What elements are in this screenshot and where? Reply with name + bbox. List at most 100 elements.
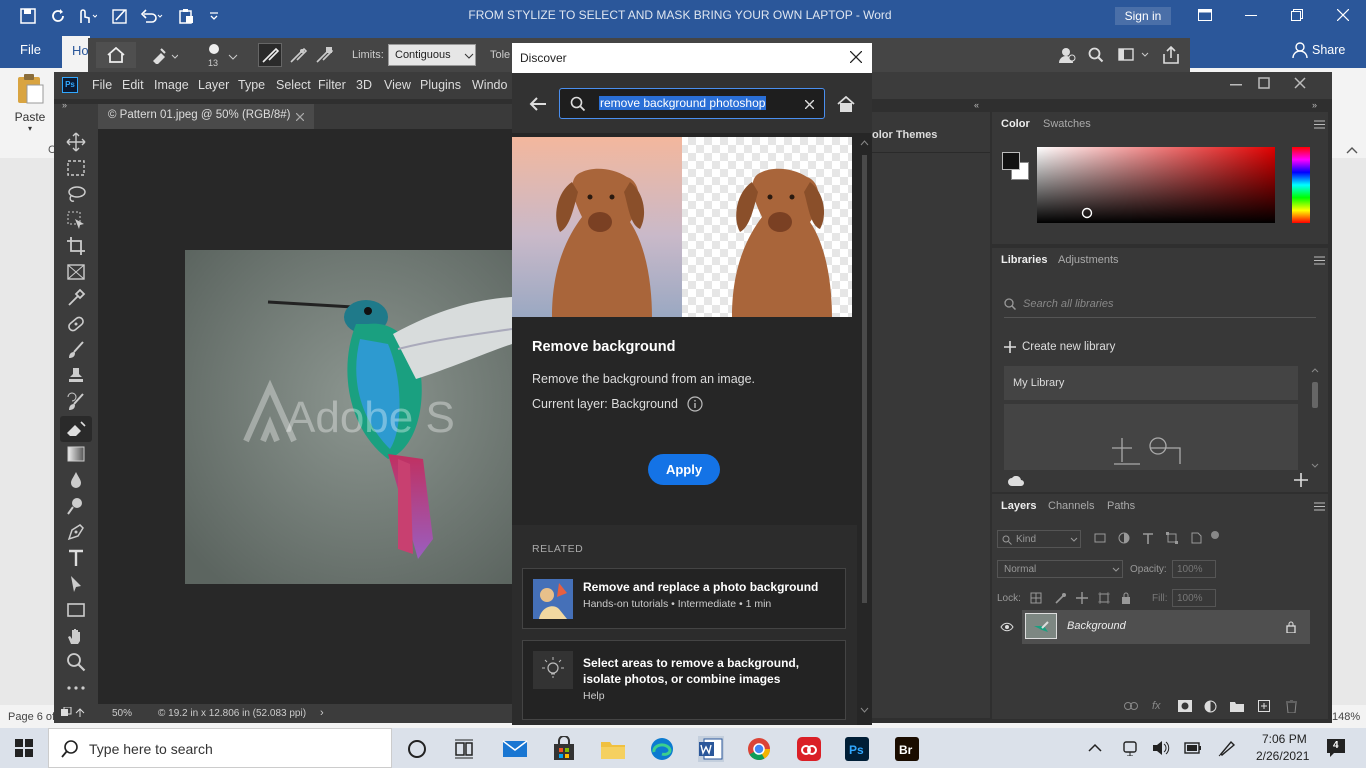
restore-icon[interactable]: [1291, 9, 1303, 21]
filter-smart-object-icon[interactable]: [1190, 532, 1202, 544]
pen-workspace-icon[interactable]: [1218, 739, 1236, 757]
move-tool-icon[interactable]: [66, 132, 86, 152]
object-select-tool-icon[interactable]: [66, 210, 86, 230]
draw-table-icon[interactable]: [112, 8, 128, 24]
menu-select[interactable]: Select: [276, 78, 311, 92]
menu-view[interactable]: View: [384, 78, 411, 92]
apply-button[interactable]: Apply: [648, 454, 720, 485]
store-app-icon[interactable]: [551, 736, 577, 762]
my-library-item[interactable]: My Library: [1004, 366, 1298, 400]
battery-icon[interactable]: [1184, 741, 1202, 755]
creative-cloud-icon[interactable]: [796, 736, 822, 762]
menu-layer[interactable]: Layer: [198, 78, 229, 92]
healing-brush-tool-icon[interactable]: [66, 314, 86, 334]
show-hidden-icons[interactable]: [1088, 743, 1102, 752]
blend-mode-dropdown[interactable]: Normal: [997, 560, 1123, 578]
type-tool-icon[interactable]: [66, 548, 86, 568]
panel-menu-icon[interactable]: [1314, 502, 1325, 511]
tool-preset-icon[interactable]: [150, 46, 178, 64]
layer-style-icon[interactable]: fx: [1152, 700, 1161, 712]
edge-browser-icon[interactable]: [649, 736, 675, 762]
sample-swatch-icon[interactable]: [314, 45, 334, 65]
word-app-icon[interactable]: [698, 736, 724, 762]
discover-close-icon[interactable]: [850, 51, 862, 63]
close-icon[interactable]: [1337, 9, 1349, 21]
menu-3d[interactable]: 3D: [356, 78, 372, 92]
filter-pixel-icon[interactable]: [1094, 532, 1106, 544]
panel-menu-icon[interactable]: [1314, 120, 1325, 129]
network-icon[interactable]: [1122, 740, 1138, 756]
clock-date[interactable]: 2/26/2021: [1256, 749, 1309, 763]
tab-channels[interactable]: Channels: [1048, 500, 1094, 512]
touch-mode-icon[interactable]: [75, 8, 97, 24]
ps-close-icon[interactable]: [1294, 77, 1306, 89]
save-icon[interactable]: [20, 8, 36, 24]
expand-toolbar-icon[interactable]: »: [62, 100, 67, 110]
ps-minimize-icon[interactable]: [1230, 84, 1242, 86]
document-tab[interactable]: © Pattern 01.jpeg @ 50% (RGB/8#): [98, 104, 314, 129]
zoom-level[interactable]: 148%: [1332, 711, 1360, 723]
tab-home[interactable]: Ho: [62, 36, 90, 68]
filter-shape-icon[interactable]: [1166, 532, 1178, 544]
brush-size-picker[interactable]: 13: [198, 41, 238, 71]
lock-pixels-icon[interactable]: [1030, 592, 1042, 604]
photoshop-app-icon[interactable]: Ps: [844, 736, 870, 762]
new-layer-icon[interactable]: [1258, 700, 1270, 712]
quick-mask-icon[interactable]: [60, 707, 88, 719]
hand-tool-icon[interactable]: [66, 626, 86, 646]
ps-home-button[interactable]: [96, 42, 136, 68]
lock-all-icon[interactable]: [1120, 592, 1132, 604]
menu-plugins[interactable]: Plugins: [420, 78, 461, 92]
menu-type[interactable]: Type: [238, 78, 265, 92]
link-layers-icon[interactable]: [1124, 702, 1138, 710]
panel-menu-icon[interactable]: [1314, 256, 1325, 265]
filter-type-icon[interactable]: [1142, 532, 1154, 544]
eyedropper-tool-icon[interactable]: [66, 288, 86, 308]
layer-filter-kind[interactable]: Kind: [997, 530, 1081, 548]
share-user-icon[interactable]: [1058, 46, 1076, 64]
clear-search-icon[interactable]: [805, 100, 814, 109]
share-export-icon[interactable]: [1162, 46, 1180, 64]
related-card[interactable]: Select areas to remove a background, iso…: [522, 640, 846, 720]
path-selection-tool-icon[interactable]: [66, 574, 86, 594]
color-field[interactable]: [1037, 147, 1275, 223]
opacity-field[interactable]: 100%: [1172, 560, 1216, 578]
volume-icon[interactable]: [1152, 740, 1170, 756]
taskbar-search-box[interactable]: Type here to search: [48, 728, 392, 768]
tab-layers[interactable]: Layers: [1001, 500, 1036, 512]
zoom-tool-icon[interactable]: [66, 652, 86, 672]
start-button[interactable]: [0, 728, 48, 768]
layer-visibility-eye-icon[interactable]: [1000, 622, 1014, 632]
menu-edit[interactable]: Edit: [122, 78, 144, 92]
adjustment-layer-icon[interactable]: [1204, 700, 1217, 713]
paste-dropdown-icon[interactable]: ▾: [10, 124, 50, 133]
clone-stamp-tool-icon[interactable]: [66, 366, 86, 386]
lock-position-icon[interactable]: [1076, 592, 1088, 604]
discover-scrollbar[interactable]: [857, 133, 872, 725]
filter-toggle-icon[interactable]: [1210, 530, 1220, 540]
library-scrollbar[interactable]: [1310, 366, 1320, 470]
bridge-app-icon[interactable]: Br: [894, 736, 920, 762]
menu-window[interactable]: Windo: [472, 78, 507, 92]
add-mask-icon[interactable]: [1178, 700, 1192, 712]
mail-app-icon[interactable]: [502, 736, 528, 762]
lock-artboard-icon[interactable]: [1098, 592, 1110, 604]
frame-tool-icon[interactable]: [66, 262, 86, 282]
info-icon[interactable]: [687, 396, 703, 412]
search-icon[interactable]: [1088, 47, 1104, 63]
task-view-icon[interactable]: [451, 736, 477, 762]
menu-image[interactable]: Image: [154, 78, 189, 92]
collapse-left-icon[interactable]: «: [974, 100, 979, 110]
color-themes-label[interactable]: olor Themes: [872, 129, 937, 141]
back-arrow-icon[interactable]: [529, 97, 547, 111]
workspace-icon[interactable]: [1118, 47, 1150, 63]
lasso-tool-icon[interactable]: [66, 184, 86, 204]
autosave-icon[interactable]: [50, 8, 66, 24]
lock-image-pixels-icon[interactable]: [1054, 592, 1066, 604]
foreground-color-swatch[interactable]: [1002, 152, 1020, 170]
collapse-right-icon[interactable]: »: [1312, 100, 1317, 110]
status-menu-chevron-icon[interactable]: ›: [320, 707, 324, 719]
related-card[interactable]: Remove and replace a photo background Ha…: [522, 568, 846, 629]
new-group-icon[interactable]: [1230, 701, 1244, 712]
undo-icon[interactable]: [140, 8, 164, 24]
